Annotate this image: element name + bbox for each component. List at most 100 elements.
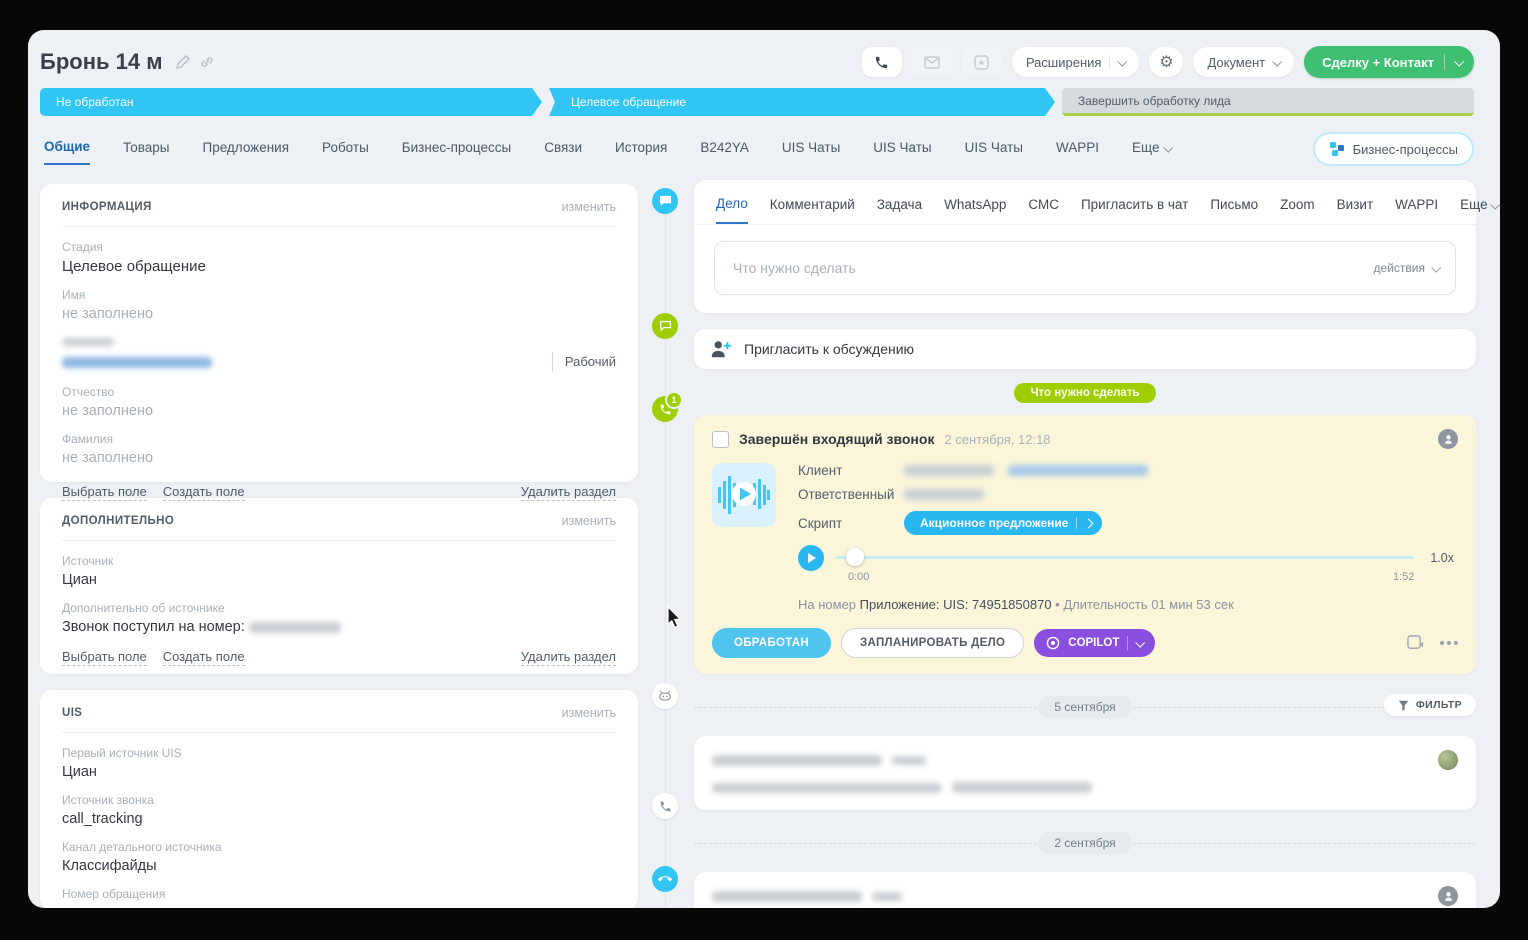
field-label: Фамилия xyxy=(62,432,616,446)
edit-link[interactable]: изменить xyxy=(562,200,616,214)
delete-section-link[interactable]: Удалить раздел xyxy=(521,484,616,501)
tab-zoom[interactable]: Zoom xyxy=(1280,197,1315,223)
tab-uis-chats-3[interactable]: UIS Чаты xyxy=(965,140,1023,164)
edit-link[interactable]: изменить xyxy=(562,706,616,720)
slider-knob[interactable] xyxy=(846,548,864,566)
tab-uis-chats-1[interactable]: UIS Чаты xyxy=(782,140,840,164)
timeline-tabs: Дело Комментарий Задача WhatsApp СМС При… xyxy=(694,180,1476,225)
todo-input[interactable] xyxy=(731,259,1374,277)
timeline-entry-robot[interactable] xyxy=(694,736,1476,810)
tab-products[interactable]: Товары xyxy=(123,140,169,164)
tab-business-processes[interactable]: Бизнес-процессы xyxy=(402,140,511,164)
edit-title-icon[interactable] xyxy=(176,55,190,69)
tab-offers[interactable]: Предложения xyxy=(203,140,290,164)
tab-wappi[interactable]: WAPPI xyxy=(1395,197,1438,223)
incoming-call-icon[interactable]: 1 xyxy=(652,396,678,422)
chevron-down-icon xyxy=(1431,262,1441,272)
tab-more[interactable]: Еще xyxy=(1460,197,1498,223)
tab-letter[interactable]: Письмо xyxy=(1210,197,1258,223)
tab-sms[interactable]: СМС xyxy=(1028,197,1059,223)
todo-status-pill[interactable]: Что нужно сделать xyxy=(1014,383,1155,403)
timeline-entry-call[interactable] xyxy=(694,872,1476,908)
extensions-dropdown[interactable]: Расширения xyxy=(1012,47,1140,77)
field-label: Стадия xyxy=(62,240,616,254)
select-field-link[interactable]: Выбрать поле xyxy=(62,649,147,666)
tab-comment[interactable]: Комментарий xyxy=(770,197,855,223)
redacted-number xyxy=(249,622,341,633)
chevron-down-icon xyxy=(1136,637,1146,647)
settings-button[interactable]: ⚙ xyxy=(1149,47,1183,77)
call-count-badge: 1 xyxy=(665,391,683,409)
field-label: Дополнительно об источнике xyxy=(62,601,616,615)
responsible-avatar[interactable] xyxy=(1438,429,1458,449)
tab-whatsapp[interactable]: WhatsApp xyxy=(944,197,1006,223)
app-icon xyxy=(974,55,989,70)
tab-invite-chat[interactable]: Пригласить в чат xyxy=(1081,197,1188,223)
delete-section-link[interactable]: Удалить раздел xyxy=(521,649,616,666)
tab-b242ya[interactable]: B242YA xyxy=(700,140,749,164)
tab-deal[interactable]: Дело xyxy=(716,196,748,224)
create-field-link[interactable]: Создать поле xyxy=(163,649,245,666)
redacted-entry-time xyxy=(892,756,926,765)
filter-button[interactable]: ФИЛЬТР xyxy=(1384,694,1476,716)
business-processes-button[interactable]: Бизнес-процессы xyxy=(1313,132,1474,166)
tab-wappi[interactable]: WAPPI xyxy=(1056,140,1099,164)
header: Бронь 14 м Расширения ⚙ Документ xyxy=(28,30,1500,86)
processed-call-icon[interactable] xyxy=(652,866,678,892)
link-icon[interactable] xyxy=(200,55,214,69)
redacted-entry-text xyxy=(952,782,1092,793)
tab-links[interactable]: Связи xyxy=(544,140,582,164)
tab-general[interactable]: Общие xyxy=(44,139,90,165)
stage-not-processed[interactable]: Не обработан xyxy=(40,88,542,116)
schedule-activity-button[interactable]: ЗАПЛАНИРОВАТЬ ДЕЛО xyxy=(841,628,1024,658)
field-label: Канал детального источника xyxy=(62,840,616,854)
discussion-icon[interactable] xyxy=(652,313,678,339)
create-field-link[interactable]: Создать поле xyxy=(163,484,245,501)
copilot-button[interactable]: COPILOT xyxy=(1034,629,1155,657)
tab-more[interactable]: Еще xyxy=(1132,140,1171,164)
responsible-label: Ответственный xyxy=(798,487,904,502)
select-field-link[interactable]: Выбрать поле xyxy=(62,484,147,501)
page-title: Бронь 14 м xyxy=(40,49,162,75)
invite-discussion-row[interactable]: Пригласить к обсуждению xyxy=(694,329,1476,369)
section-title: UIS xyxy=(62,707,82,719)
processed-button[interactable]: ОБРАБОТАН xyxy=(712,628,831,658)
redacted-entry-time xyxy=(872,892,902,901)
chevron-right-icon xyxy=(1084,518,1094,528)
playback-speed[interactable]: 1.0x xyxy=(1430,551,1454,565)
section-uis: UIS изменить Первый источник UIS Циан Ис… xyxy=(40,690,638,908)
call-button[interactable] xyxy=(862,47,902,77)
actions-dropdown[interactable]: действия xyxy=(1374,261,1439,275)
redacted-entry-text xyxy=(712,783,942,793)
play-button[interactable] xyxy=(798,545,824,571)
document-dropdown[interactable]: Документ xyxy=(1193,47,1294,77)
comment-stream-icon[interactable] xyxy=(652,188,678,214)
stage-target-request[interactable]: Целевое обращение xyxy=(549,88,1055,116)
edit-link[interactable]: изменить xyxy=(562,514,616,528)
email-button[interactable] xyxy=(912,47,952,77)
tab-uis-chats-2[interactable]: UIS Чаты xyxy=(873,140,931,164)
seek-slider[interactable]: 0:00 1:52 xyxy=(836,545,1414,571)
tab-history[interactable]: История xyxy=(615,140,667,164)
audio-record-thumbnail[interactable] xyxy=(712,463,776,527)
page-tabs: Общие Товары Предложения Роботы Бизнес-п… xyxy=(28,116,1500,172)
app-button[interactable] xyxy=(962,47,1002,77)
phone-icon xyxy=(659,800,672,813)
phone-down-icon xyxy=(658,872,672,886)
tab-robots[interactable]: Роботы xyxy=(322,140,369,164)
call-event-icon[interactable] xyxy=(652,793,678,819)
robot-event-icon[interactable] xyxy=(652,683,678,709)
stage-finish-lead[interactable]: Завершить обработку лида xyxy=(1062,88,1474,116)
tab-task[interactable]: Задача xyxy=(877,197,922,223)
section-information: ИНФОРМАЦИЯ изменить Стадия Целевое обращ… xyxy=(40,184,638,482)
call-checkbox[interactable] xyxy=(712,431,729,448)
more-actions-icon[interactable] xyxy=(1440,641,1458,645)
redacted-responsible xyxy=(904,489,984,500)
script-pill[interactable]: Акционное предложение xyxy=(904,511,1102,535)
call-datetime: 2 сентября, 12:18 xyxy=(944,432,1050,447)
comment-icon[interactable] xyxy=(1407,635,1424,651)
field-label: Отчество xyxy=(62,385,616,399)
field-value: Звонок поступил на номер: xyxy=(62,619,616,635)
deal-contact-button[interactable]: Сделку + Контакт xyxy=(1304,46,1474,78)
tab-visit[interactable]: Визит xyxy=(1337,197,1373,223)
